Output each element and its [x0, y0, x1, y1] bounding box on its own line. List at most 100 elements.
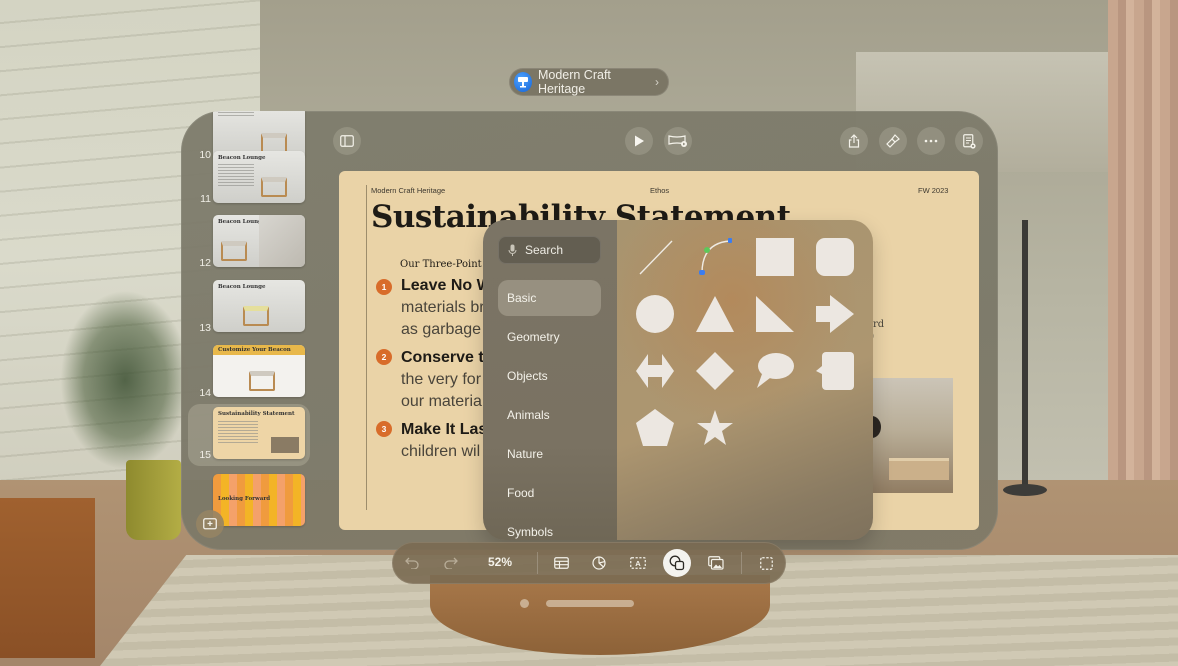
insert-media-button[interactable] [702, 549, 730, 577]
insert-chart-button[interactable] [585, 549, 613, 577]
shape-curve[interactable] [696, 237, 736, 277]
insert-text-box-button[interactable]: A [624, 549, 652, 577]
photo-workbench [889, 458, 949, 480]
circle-shape-icon [636, 295, 674, 333]
live-video-icon [668, 135, 687, 147]
shape-category-list: Search Basic Geometry Objects Animals Na… [483, 220, 617, 540]
svg-text:A: A [635, 559, 641, 568]
pentagon-shape-icon [636, 409, 674, 446]
category-geometry[interactable]: Geometry [498, 319, 601, 355]
category-food[interactable]: Food [498, 475, 601, 511]
play-icon [635, 135, 644, 147]
slide-thumbnail-14[interactable]: 14 Customize Your Beacon [181, 345, 311, 401]
slide-thumbnail-13[interactable]: 13 Beacon Lounge [181, 280, 311, 336]
background-curtain [1108, 0, 1178, 520]
undo-button[interactable] [398, 549, 426, 577]
speech-bubble-shape-icon [757, 353, 794, 388]
workshop-photo[interactable] [859, 378, 953, 493]
shape-arrow[interactable] [815, 294, 855, 334]
shape-square[interactable] [755, 237, 795, 277]
slide-number: 15 [199, 449, 211, 461]
undo-icon [405, 557, 419, 569]
shape-picker-popover: Search Basic Geometry Objects Animals Na… [483, 220, 873, 540]
diamond-shape-icon [696, 352, 734, 390]
live-video-button[interactable] [664, 127, 692, 155]
slide-preview-title: Looking Forward [218, 496, 271, 502]
zoom-level[interactable]: 52% [480, 555, 520, 569]
slide-preview: Beacon Lounge [213, 215, 305, 267]
category-nature[interactable]: Nature [498, 436, 601, 472]
redo-button[interactable] [437, 549, 465, 577]
select-button[interactable] [752, 549, 780, 577]
add-slide-icon [203, 518, 217, 530]
point-title: Make It Las [401, 421, 488, 438]
point-body-line: our materia [401, 393, 482, 410]
slide-subtitle: Our Three-Point P [400, 259, 492, 270]
slide-preview: Sustainability Statement [213, 407, 305, 459]
bottom-toolbar: 52% A [392, 542, 786, 584]
slide-preview-title: Sustainability Statement [218, 411, 295, 417]
shape-right-triangle[interactable] [755, 294, 795, 334]
curve-shape-icon [699, 238, 732, 275]
chart-icon [592, 556, 606, 570]
category-symbols[interactable]: Symbols [498, 514, 601, 540]
slide-navigator[interactable]: 10 11 Beacon Lounge 12 Beacon Lounge 13 … [181, 111, 316, 550]
slide-header-left: Modern Craft Heritage [371, 186, 446, 195]
shape-callout[interactable] [815, 351, 855, 391]
category-animals[interactable]: Animals [498, 397, 601, 433]
slide-thumbnail-12[interactable]: 12 Beacon Lounge [181, 215, 311, 271]
slide-thumbnail-15[interactable]: 15 Sustainability Statement [181, 407, 311, 463]
insert-table-button[interactable] [547, 549, 575, 577]
slide-header-center: Ethos [650, 186, 670, 195]
slide-vertical-rule [366, 185, 367, 510]
square-shape-icon [756, 238, 794, 276]
category-objects[interactable]: Objects [498, 358, 601, 394]
line-shape-icon [639, 240, 673, 275]
window-grabber-bar[interactable] [546, 600, 634, 607]
format-button[interactable] [879, 127, 907, 155]
shape-search-field[interactable]: Search [498, 236, 601, 264]
presenter-notes-button[interactable] [955, 127, 983, 155]
presenter-notes-icon [962, 133, 976, 149]
shape-star[interactable] [695, 408, 735, 448]
document-title: Modern Craft Heritage [537, 68, 611, 96]
selection-icon [759, 556, 773, 570]
window-close-dot[interactable] [520, 599, 529, 608]
point-number-badge: 3 [376, 421, 392, 437]
toolbar-divider [537, 552, 538, 574]
shape-speech-bubble[interactable] [755, 351, 795, 391]
shape-double-arrow[interactable] [635, 351, 675, 391]
share-icon [848, 134, 860, 148]
slide-preview: Looking Forward [213, 474, 305, 526]
point-number-badge: 2 [376, 349, 392, 365]
shape-rounded-square[interactable] [815, 237, 855, 277]
insert-shape-button[interactable] [663, 549, 691, 577]
slide-number: 14 [199, 387, 211, 399]
arrow-shape-icon [816, 295, 854, 333]
share-button[interactable] [840, 127, 868, 155]
shape-pentagon[interactable] [635, 408, 675, 448]
slide-number: 12 [199, 257, 211, 269]
category-basic[interactable]: Basic [498, 280, 601, 316]
shape-triangle[interactable] [695, 294, 735, 334]
play-button[interactable] [625, 127, 653, 155]
point-number-badge: 1 [376, 279, 392, 295]
shape-grid [617, 220, 873, 540]
shape-diamond[interactable] [695, 351, 735, 391]
slide-thumbnail-11[interactable]: 11 Beacon Lounge [181, 151, 311, 207]
rounded-square-shape-icon [816, 238, 854, 276]
document-title-button[interactable]: Modern Craft Heritage › [509, 68, 669, 96]
more-icon [924, 139, 938, 143]
shape-circle[interactable] [635, 294, 675, 334]
shape-line[interactable] [636, 237, 676, 277]
double-arrow-shape-icon [636, 354, 674, 388]
format-brush-icon [886, 134, 900, 148]
keynote-podium-icon [514, 72, 532, 92]
toggle-sidebar-button[interactable] [333, 127, 361, 155]
more-button[interactable] [917, 127, 945, 155]
slide-header-right: FW 2023 [918, 186, 949, 195]
slide-preview-title: Customize Your Beacon [218, 347, 291, 353]
background-cabinet [0, 498, 95, 658]
slide-number: 11 [200, 193, 211, 205]
add-slide-button[interactable] [196, 510, 224, 538]
